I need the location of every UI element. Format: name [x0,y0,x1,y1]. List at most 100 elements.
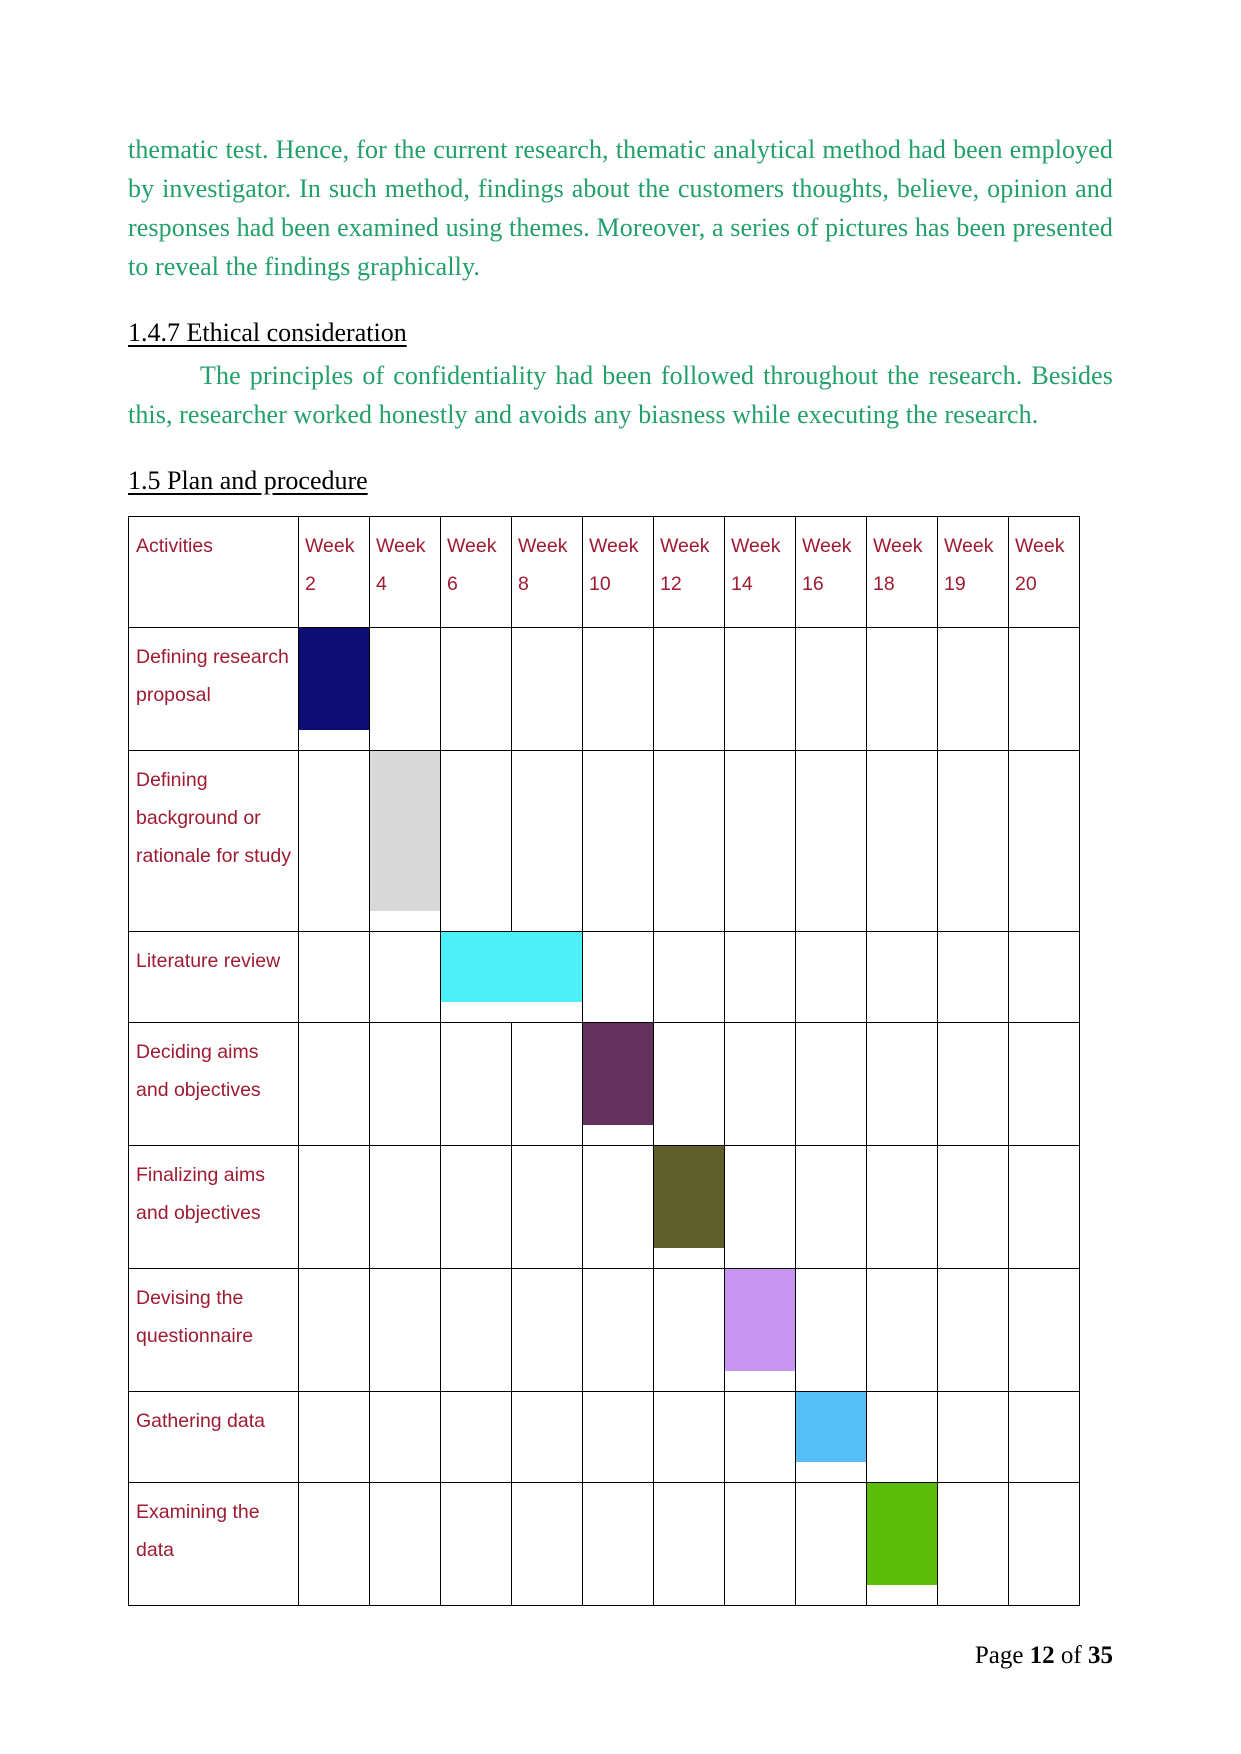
gantt-bar [299,628,369,730]
gantt-empty-cell [653,1268,725,1392]
gantt-empty-cell [298,1145,370,1269]
gantt-row: Defining background or rationale for stu… [128,750,1080,932]
gantt-activity-label: Deciding aims and objectives [128,1022,299,1146]
page-footer: Page 12 of 35 [975,1642,1113,1670]
gantt-empty-cell [724,1145,796,1269]
gantt-empty-cell [795,1022,867,1146]
gantt-empty-cell [795,1482,867,1606]
gantt-bar [370,751,440,911]
gantt-header-week: Week 16 [795,516,867,628]
gantt-empty-cell [653,1022,725,1146]
gantt-activity-label: Defining background or rationale for stu… [128,750,299,932]
gantt-empty-cell [937,627,1009,751]
gantt-empty-cell [369,1022,441,1146]
gantt-empty-cell [440,627,512,751]
footer-total-pages: 35 [1088,1642,1113,1669]
section-heading-ethical-wrap: 1.4.7 Ethical consideration [128,300,1113,350]
gantt-empty-cell [724,1391,796,1483]
gantt-header-week: Week 4 [369,516,441,628]
gantt-header-week: Week 8 [511,516,583,628]
gantt-bar-cell [795,1391,867,1483]
gantt-empty-cell [1008,1482,1080,1606]
gantt-row: Finalizing aims and objectives [128,1145,1080,1269]
gantt-empty-cell [1008,750,1080,932]
body-paragraph-ethical: The principles of confidentiality had be… [128,361,1113,429]
gantt-header-activities: Activities [128,516,299,628]
gantt-bar-cell [866,1482,938,1606]
gantt-empty-cell [937,750,1009,932]
gantt-empty-cell [795,750,867,932]
footer-page-number: 12 [1029,1642,1055,1669]
gantt-bar [654,1146,724,1248]
gantt-empty-cell [582,1268,654,1392]
gantt-empty-cell [795,931,867,1023]
gantt-activity-label: Gathering data [128,1391,299,1483]
gantt-empty-cell [582,931,654,1023]
gantt-row: Gathering data [128,1391,1080,1483]
gantt-empty-cell [653,1482,725,1606]
gantt-bar [725,1269,795,1371]
gantt-empty-cell [440,1145,512,1269]
gantt-empty-cell [653,1391,725,1483]
gantt-header-week: Week 12 [653,516,725,628]
gantt-empty-cell [1008,931,1080,1023]
gantt-empty-cell [937,1268,1009,1392]
gantt-empty-cell [1008,1022,1080,1146]
gantt-header-row: Activities Week 2 Week 4 Week 6 Week 8 Week 1… [128,516,1080,628]
gantt-bar-cell [582,1022,654,1146]
gantt-row: Examining the data [128,1482,1080,1606]
plan-and-procedure-table: Activities Week 2 Week 4 Week 6 Week 8 Week 1… [128,516,1080,1606]
footer-prefix: Page [974,1642,1030,1669]
gantt-activity-label: Examining the data [128,1482,299,1606]
gantt-empty-cell [582,1145,654,1269]
gantt-empty-cell [298,1391,370,1483]
gantt-header-week: Week 6 [440,516,512,628]
gantt-row: Devising the questionnaire [128,1268,1080,1392]
gantt-empty-cell [369,1391,441,1483]
section-heading-ethical: 1.4.7 Ethical consideration [128,318,407,347]
gantt-bar-cell [369,750,441,932]
gantt-empty-cell [511,627,583,751]
gantt-activity-label: Finalizing aims and objectives [128,1145,299,1269]
gantt-activity-label: Defining research proposal [128,627,299,751]
gantt-bar [583,1023,653,1125]
gantt-empty-cell [440,1022,512,1146]
gantt-empty-cell [298,1268,370,1392]
gantt-empty-cell [866,1145,938,1269]
gantt-empty-cell [866,627,938,751]
gantt-empty-cell [653,750,725,932]
gantt-empty-cell [795,1145,867,1269]
gantt-empty-cell [724,1022,796,1146]
gantt-empty-cell [937,1145,1009,1269]
gantt-empty-cell [582,1482,654,1606]
gantt-empty-cell [440,1391,512,1483]
gantt-table-body: Activities Week 2 Week 4 Week 6 Week 8 Week 1… [128,516,1080,1606]
gantt-empty-cell [298,750,370,932]
gantt-empty-cell [1008,627,1080,751]
gantt-empty-cell [724,931,796,1023]
gantt-empty-cell [795,1268,867,1392]
gantt-header-week: Week 20 [1008,516,1080,628]
gantt-bar-cell [653,1145,725,1269]
gantt-empty-cell [298,1022,370,1146]
section-heading-plan: 1.5 Plan and procedure [128,466,368,495]
footer-middle: of [1054,1642,1088,1669]
gantt-empty-cell [369,627,441,751]
gantt-empty-cell [653,931,725,1023]
gantt-empty-cell [298,1482,370,1606]
body-paragraph-1: thematic test. Hence, for the current re… [128,135,1113,281]
gantt-row: Literature review [128,931,1080,1023]
gantt-empty-cell [298,931,370,1023]
gantt-header-week: Week 18 [866,516,938,628]
gantt-empty-cell [653,627,725,751]
gantt-empty-cell [511,750,583,932]
gantt-empty-cell [511,1268,583,1392]
gantt-bar [867,1483,937,1585]
gantt-empty-cell [582,750,654,932]
gantt-empty-cell [866,1022,938,1146]
gantt-bar-cell [298,627,370,751]
gantt-empty-cell [511,1145,583,1269]
gantt-empty-cell [369,931,441,1023]
gantt-empty-cell [724,750,796,932]
gantt-activity-label: Literature review [128,931,299,1023]
